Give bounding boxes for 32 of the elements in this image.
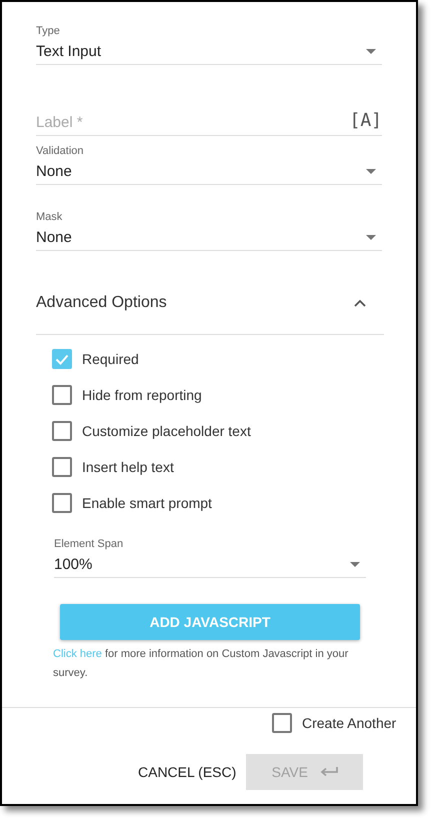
checkbox[interactable] xyxy=(272,713,292,733)
dropdown-arrow-icon xyxy=(366,234,376,240)
checkbox[interactable] xyxy=(52,457,72,477)
checkbox-label: Create Another xyxy=(302,715,396,731)
checkbox[interactable] xyxy=(52,493,72,513)
dropdown-field[interactable]: None xyxy=(36,224,382,251)
field-label: Element Span xyxy=(54,537,124,551)
return-arrow-icon xyxy=(320,767,338,777)
dropdown-field[interactable]: None xyxy=(36,158,382,185)
checkbox-label: Enable smart prompt xyxy=(82,495,212,511)
checkbox[interactable] xyxy=(52,385,72,405)
dropdown-arrow-icon xyxy=(366,48,376,54)
section-title: Advanced Options xyxy=(36,294,167,312)
section-header[interactable]: Advanced Options xyxy=(36,251,384,335)
info-text: Click here for more information on Custom Javascript in your survey. xyxy=(53,647,350,681)
checkbox[interactable] xyxy=(52,349,72,369)
checkbox-label: Required xyxy=(82,351,139,367)
dropdown-field[interactable]: Text Input xyxy=(36,38,382,65)
field-label: Mask xyxy=(36,210,64,224)
dropdown-field[interactable]: 100% xyxy=(54,551,366,578)
cancel-button[interactable]: CANCEL (ESC) xyxy=(132,756,242,788)
insert-variable-button[interactable]: [A] xyxy=(349,110,382,130)
dropdown-arrow-icon xyxy=(366,168,376,174)
dropdown-arrow-icon xyxy=(350,562,360,566)
checkbox-label: Customize placeholder text xyxy=(82,423,251,439)
field-label: Type xyxy=(36,24,61,38)
checkbox-label: Insert help text xyxy=(82,459,174,475)
label-input-field[interactable]: Label * [A] xyxy=(36,109,382,136)
checkbox[interactable] xyxy=(52,421,72,441)
field-label: Validation xyxy=(36,144,84,158)
checkbox-label: Hide from reporting xyxy=(82,387,202,403)
check-icon xyxy=(55,354,69,364)
